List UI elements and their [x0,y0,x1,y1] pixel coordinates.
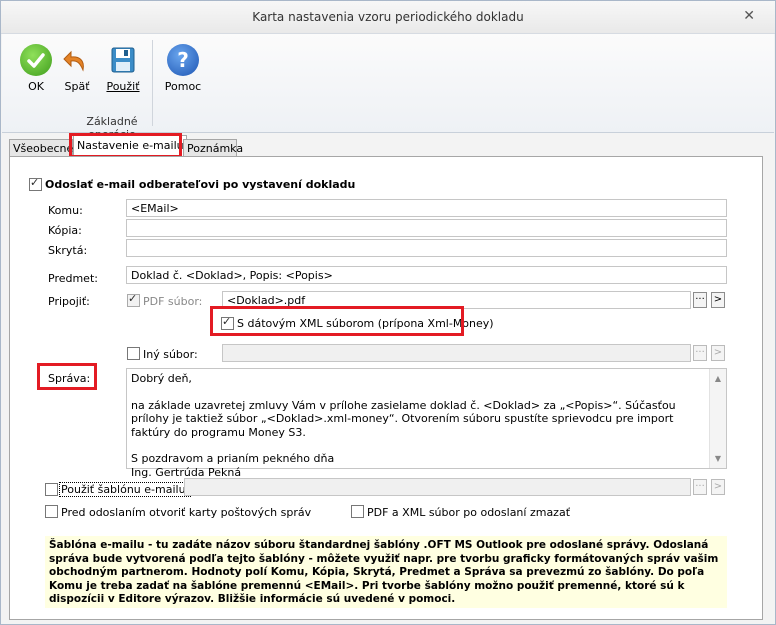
apply-button[interactable]: Použiť [103,44,143,93]
help-icon: ? [167,44,199,76]
bcc-field[interactable] [126,239,727,257]
close-icon[interactable]: ✕ [743,8,755,24]
message-line [131,386,722,399]
message-scrollbar[interactable]: ▲ ▼ [709,369,726,468]
scroll-down-icon[interactable]: ▼ [710,452,726,466]
subject-field[interactable]: Doklad č. <Doklad>, Popis: <Popis> [126,266,727,284]
template-browse-button: ··· [693,479,707,495]
other-file-field [222,344,691,362]
template-field [184,478,691,496]
other-arrow-button: > [711,345,725,361]
message-line: Dobrý deň, [131,372,192,385]
cc-label: Kópia: [48,224,82,237]
to-field[interactable]: <EMail> [126,199,727,217]
message-textarea[interactable]: Dobrý deň, na základe uzavretej zmluvy V… [126,368,727,479]
title-bar: Karta nastavenia vzoru periodického dokl… [1,1,775,34]
pdf-arrow-button[interactable]: > [711,292,725,308]
other-browse-button: ··· [693,345,707,361]
template-arrow-button: > [711,479,725,495]
attach-label: Pripojiť: [48,295,90,308]
message-line [131,439,722,452]
pdf-browse-button[interactable]: ··· [693,292,707,308]
help-button[interactable]: ? Pomoc [163,44,203,93]
apply-button-label: Použiť [106,80,140,93]
open-cards-label: Pred odoslaním otvoriť karty poštových s… [61,506,312,519]
window-title: Karta nastavenia vzoru periodického dokl… [252,10,524,24]
ribbon: OK Späť Použiť ? Pomoc Základné operácie [2,34,774,141]
pdf-file-checkbox[interactable] [127,292,140,307]
open-cards-checkbox[interactable] [45,505,58,518]
scroll-up-icon[interactable]: ▲ [710,372,726,386]
ok-icon [20,44,52,76]
send-email-checkbox[interactable] [29,176,42,191]
back-button-label: Späť [64,80,90,93]
other-file-checkbox[interactable] [127,347,140,360]
ribbon-separator [152,40,153,126]
to-label: Komu: [48,204,83,217]
delete-files-label: PDF a XML súbor po odoslaní zmazať [367,506,571,519]
undo-icon [61,44,93,76]
tab-general[interactable]: Všeobecné [9,139,73,157]
dialog-window: Karta nastavenia vzoru periodického dokl… [0,0,776,625]
cc-field[interactable] [126,219,727,237]
use-template-checkbox[interactable] [45,483,58,496]
subject-label: Predmet: [48,272,98,285]
ok-button[interactable]: OK [16,44,56,93]
message-line: Ing. Gertrúda Pekná [131,465,242,479]
back-button[interactable]: Späť [57,44,97,93]
message-line: na základe uzavretej zmluvy Vám v príloh… [131,398,676,439]
bcc-label: Skrytá: [48,244,88,257]
save-icon [107,44,139,76]
tab-note[interactable]: Poznámka [183,139,243,157]
send-email-label: Odoslať e-mail odberateľovi po vystavení… [45,178,356,191]
message-line: S pozdravom a prianím pekného dňa [131,452,335,465]
other-file-label: Iný súbor: [143,348,198,361]
delete-files-checkbox[interactable] [351,505,364,518]
help-button-label: Pomoc [164,80,202,93]
pdf-file-label: PDF súbor: [143,295,203,308]
highlight-message [37,363,97,390]
highlight-tab [69,133,182,158]
highlight-xml [210,306,464,336]
ok-button-label: OK [28,80,44,93]
info-box: Šablóna e-mailu - tu zadáte názov súboru… [45,536,727,608]
use-template-label: Použiť šablónu e-mailu: [59,482,192,497]
